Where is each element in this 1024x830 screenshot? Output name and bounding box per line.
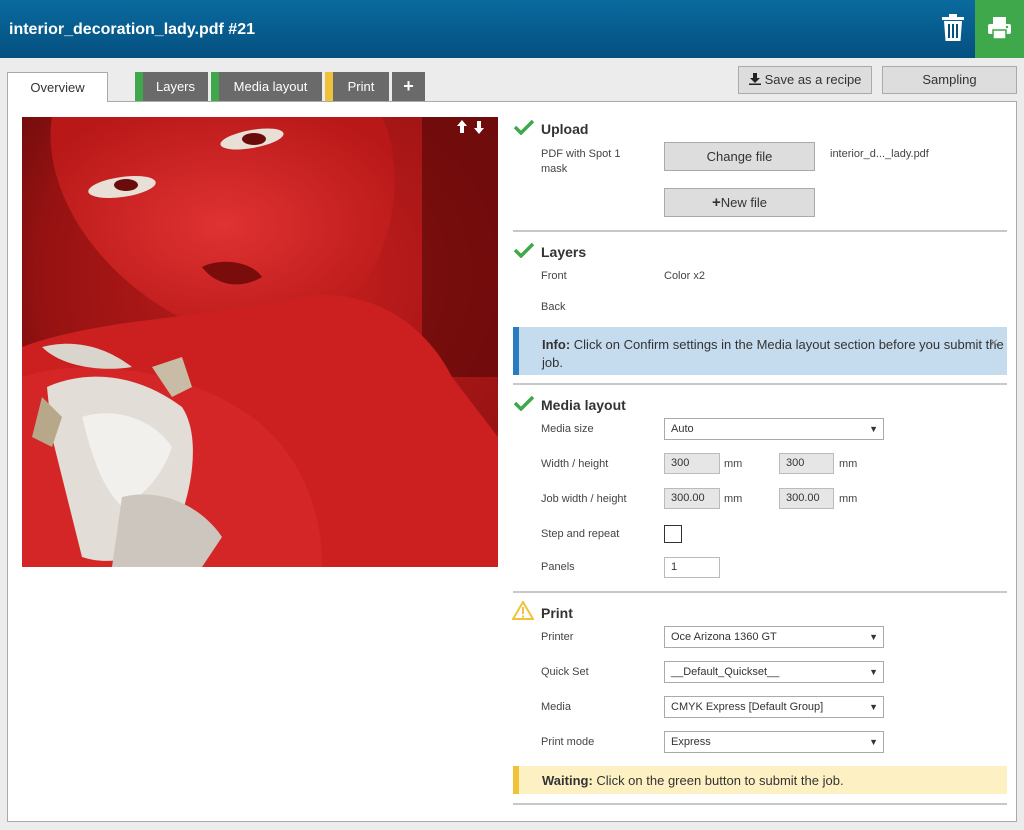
tab-status-stripe xyxy=(211,72,219,101)
chevron-down-icon: ▼ xyxy=(869,737,878,747)
tab-media-layout[interactable]: Media layout xyxy=(211,72,322,101)
file-name: interior_d..._lady.pdf xyxy=(830,148,929,160)
job-title: interior_decoration_lady.pdf #21 xyxy=(9,21,255,38)
warning-icon xyxy=(512,601,534,620)
back-label: Back xyxy=(541,301,566,313)
height-unit: mm xyxy=(839,458,858,470)
tab-label: Media layout xyxy=(233,79,308,94)
job-width-unit: mm xyxy=(724,493,743,505)
info-heading: Info: xyxy=(542,337,571,352)
printer-label: Printer xyxy=(541,631,574,643)
job-width-input[interactable]: 300.00 xyxy=(664,488,720,509)
job-width-height-label: Job width / height xyxy=(541,493,627,505)
app-header: interior_decoration_lady.pdf #21 xyxy=(0,0,1024,58)
job-height-unit: mm xyxy=(839,493,858,505)
tab-add[interactable]: + xyxy=(392,72,425,101)
media-label: Media xyxy=(541,701,571,713)
new-file-button[interactable]: +New file xyxy=(664,188,815,217)
media-select[interactable]: CMYK Express [Default Group] ▼ xyxy=(664,696,884,718)
media-size-select[interactable]: Auto ▼ xyxy=(664,418,884,440)
new-file-label: New file xyxy=(720,195,767,210)
chevron-down-icon: ▼ xyxy=(869,424,878,434)
close-icon[interactable]: × xyxy=(990,334,998,350)
front-label: Front xyxy=(541,270,567,282)
media-size-value: Auto xyxy=(671,423,694,435)
chevron-down-icon: ▼ xyxy=(869,632,878,642)
info-text: Click on Confirm settings in the Media l… xyxy=(542,337,1004,370)
job-height-input[interactable]: 300.00 xyxy=(779,488,834,509)
save-as-recipe-label: Save as a recipe xyxy=(764,72,862,87)
quickset-label: Quick Set xyxy=(541,666,589,678)
divider xyxy=(513,803,1007,805)
tab-status-stripe xyxy=(135,72,143,101)
width-input[interactable]: 300 xyxy=(664,453,720,474)
tab-print[interactable]: Print xyxy=(325,72,389,101)
check-icon xyxy=(514,395,534,411)
layers-section-title: Layers xyxy=(541,244,587,260)
front-value: Color x2 xyxy=(664,270,705,282)
upload-section-title: Upload xyxy=(541,121,589,137)
media-layout-section-title: Media layout xyxy=(541,397,626,413)
tab-status-stripe xyxy=(325,72,333,101)
sampling-button[interactable]: Sampling xyxy=(882,66,1017,94)
step-repeat-checkbox[interactable] xyxy=(664,525,682,543)
preview-move-arrows[interactable] xyxy=(457,120,487,137)
panels-label: Panels xyxy=(541,561,575,573)
document-preview xyxy=(22,117,498,567)
plus-icon: + xyxy=(711,194,721,211)
chevron-down-icon: ▼ xyxy=(869,702,878,712)
waiting-heading: Waiting: xyxy=(542,773,593,788)
plus-icon: + xyxy=(403,76,414,96)
divider xyxy=(513,230,1007,232)
trash-icon[interactable] xyxy=(940,13,966,43)
quickset-select[interactable]: __Default_Quickset__ ▼ xyxy=(664,661,884,683)
tab-label: Print xyxy=(347,79,375,94)
tab-layers[interactable]: Layers xyxy=(135,72,208,101)
print-mode-value: Express xyxy=(671,736,711,748)
width-height-label: Width / height xyxy=(541,458,609,470)
tab-overview[interactable]: Overview xyxy=(7,72,108,102)
download-icon xyxy=(748,73,761,85)
divider xyxy=(513,591,1007,593)
media-size-label: Media size xyxy=(541,423,594,435)
info-message: Info: Click on Confirm settings in the M… xyxy=(513,327,1007,375)
file-type-label: PDF with Spot 1 mask xyxy=(541,148,621,175)
print-section-title: Print xyxy=(541,605,573,621)
check-icon xyxy=(514,242,534,258)
printer-value: Oce Arizona 1360 GT xyxy=(671,631,777,643)
printer-select[interactable]: Oce Arizona 1360 GT ▼ xyxy=(664,626,884,648)
height-input[interactable]: 300 xyxy=(779,453,834,474)
print-mode-select[interactable]: Express ▼ xyxy=(664,731,884,753)
divider xyxy=(513,383,1007,385)
waiting-message: Waiting: Click on the green button to su… xyxy=(513,766,1007,794)
save-as-recipe-button[interactable]: Save as a recipe xyxy=(738,66,872,94)
chevron-down-icon: ▼ xyxy=(869,667,878,677)
waiting-text: Click on the green button to submit the … xyxy=(596,773,844,788)
step-repeat-label: Step and repeat xyxy=(541,528,620,540)
submit-print-button[interactable] xyxy=(975,0,1024,58)
print-mode-label: Print mode xyxy=(541,736,595,748)
check-icon xyxy=(514,119,534,135)
quickset-value: __Default_Quickset__ xyxy=(671,666,780,678)
tab-label: Layers xyxy=(155,79,196,94)
width-unit: mm xyxy=(724,458,743,470)
media-value: CMYK Express [Default Group] xyxy=(671,701,824,713)
panels-input[interactable]: 1 xyxy=(664,557,720,578)
printer-icon xyxy=(988,17,1011,40)
change-file-button[interactable]: Change file xyxy=(664,142,815,171)
